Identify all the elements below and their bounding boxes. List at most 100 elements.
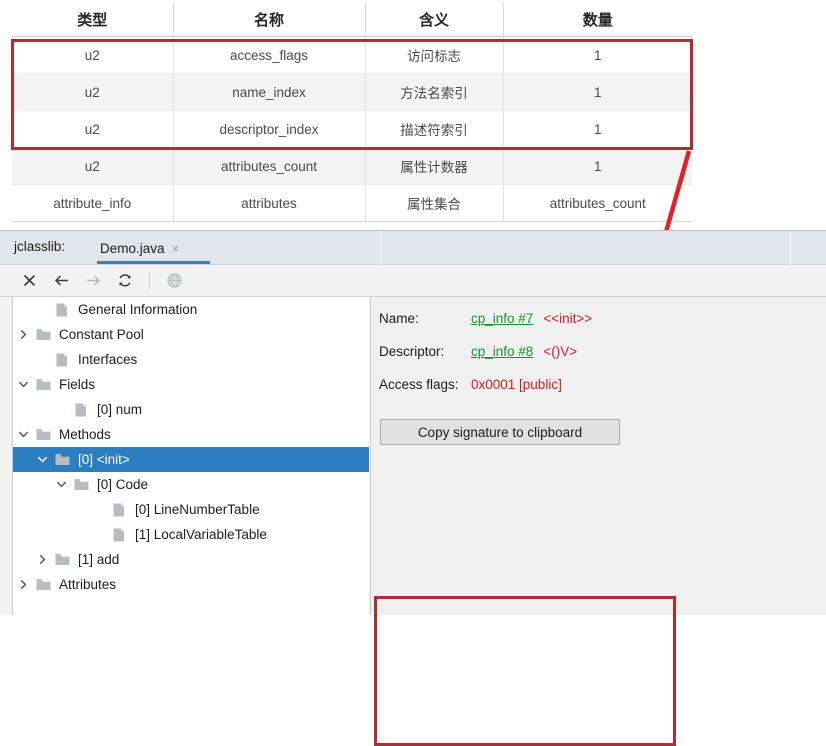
tab-strip: jclasslib: Demo.java × <box>0 231 826 265</box>
cell-count: 1 <box>503 111 692 148</box>
tree-node-label: Methods <box>59 427 111 443</box>
close-tab-icon[interactable]: × <box>172 242 180 255</box>
tree-node[interactable]: Methods <box>13 422 369 447</box>
chevron-down-icon[interactable] <box>51 479 71 490</box>
active-tab-indicator <box>97 261 210 264</box>
forward-arrow-icon <box>80 269 106 293</box>
cell-type: u2 <box>12 37 173 74</box>
tree-node-label: Constant Pool <box>59 327 144 343</box>
column-header-type: 类型 <box>12 3 173 37</box>
cell-meaning: 描述符索引 <box>365 111 503 148</box>
chevron-right-icon[interactable] <box>13 329 33 340</box>
browse-web-icon <box>161 269 187 293</box>
column-header-name: 名称 <box>173 3 365 37</box>
chevron-down-icon[interactable] <box>32 454 52 465</box>
toolbar <box>0 265 826 297</box>
file-icon <box>109 503 129 517</box>
tree-node-label: [1] add <box>78 552 119 568</box>
toolbar-separator <box>149 272 150 290</box>
tab-strip-divider <box>380 231 381 265</box>
class-structure-tree[interactable]: General Information Constant Pool Interfac… <box>12 297 369 615</box>
tree-node[interactable]: [0] LineNumberTable <box>13 497 369 522</box>
tab-strip-divider <box>790 231 791 265</box>
tree-node-label: General Information <box>78 302 197 318</box>
name-cp-info-link[interactable]: cp_info #7 <box>471 311 533 326</box>
tree-node[interactable]: [1] LocalVariableTable <box>13 522 369 547</box>
table-header-row: 类型 名称 含义 数量 <box>12 3 692 37</box>
descriptor-value: <()V> <box>543 344 577 359</box>
folder-icon <box>52 453 72 466</box>
cell-name: attributes_count <box>173 148 365 185</box>
tree-node[interactable]: [0] <init> <box>13 447 369 472</box>
reload-icon[interactable] <box>112 269 138 293</box>
cell-name: descriptor_index <box>173 111 365 148</box>
cell-count: 1 <box>503 74 692 111</box>
cell-type: u2 <box>12 74 173 111</box>
table-row: u2 attributes_count 属性计数器 1 <box>12 148 692 185</box>
table-row: u2 name_index 方法名索引 1 <box>12 74 692 111</box>
folder-icon <box>33 328 53 341</box>
app-label: jclasslib: <box>14 239 65 254</box>
table-row: u2 descriptor_index 描述符索引 1 <box>12 111 692 148</box>
tree-node-label: [1] LocalVariableTable <box>135 527 267 543</box>
tab-demo-java[interactable]: Demo.java × <box>96 231 185 265</box>
tree-node[interactable]: General Information <box>13 297 369 322</box>
jclasslib-window: jclasslib: Demo.java × <box>0 230 826 615</box>
cell-meaning: 属性集合 <box>365 185 503 222</box>
chevron-down-icon[interactable] <box>13 429 33 440</box>
folder-icon <box>33 378 53 391</box>
close-icon[interactable] <box>16 269 42 293</box>
tree-node[interactable]: [0] num <box>13 397 369 422</box>
table-row: u2 access_flags 访问标志 1 <box>12 37 692 74</box>
detail-row-name: Name: cp_info #7 <<init>> <box>379 311 669 344</box>
column-header-meaning: 含义 <box>365 3 503 37</box>
tree-node-label: Fields <box>59 377 95 393</box>
method-info-structure-table: 类型 名称 含义 数量 u2 access_flags 访问标志 1 u2 na… <box>12 3 692 222</box>
tree-node-label: Interfaces <box>78 352 137 368</box>
column-header-count: 数量 <box>503 3 692 37</box>
tree-node[interactable]: Attributes <box>13 572 369 597</box>
cell-count: attributes_count <box>503 185 692 222</box>
cell-name: attributes <box>173 185 365 222</box>
name-value: <<init>> <box>543 311 592 326</box>
cell-type: u2 <box>12 111 173 148</box>
chevron-right-icon[interactable] <box>13 579 33 590</box>
tree-node-label: [0] Code <box>97 477 148 493</box>
access-flags-value: 0x0001 [public] <box>471 377 562 392</box>
file-icon <box>52 303 72 317</box>
detail-row-descriptor: Descriptor: cp_info #8 <()V> <box>379 344 669 377</box>
class-file-structure-table-region: 类型 名称 含义 数量 u2 access_flags 访问标志 1 u2 na… <box>0 0 826 230</box>
detail-highlight-annotation <box>374 596 676 746</box>
folder-icon <box>71 478 91 491</box>
tree-node[interactable]: [0] Code <box>13 472 369 497</box>
tree-node-label: [0] num <box>97 402 142 418</box>
file-icon <box>71 403 91 417</box>
tree-node[interactable]: [1] add <box>13 547 369 572</box>
tab-demo-java-label: Demo.java <box>100 240 165 256</box>
chevron-right-icon[interactable] <box>32 554 52 565</box>
tree-node-label: [0] LineNumberTable <box>135 502 260 518</box>
folder-icon <box>33 428 53 441</box>
descriptor-cp-info-link[interactable]: cp_info #8 <box>471 344 533 359</box>
cell-name: name_index <box>173 74 365 111</box>
copy-signature-to-clipboard-button[interactable]: Copy signature to clipboard <box>380 419 620 445</box>
tree-node[interactable]: Constant Pool <box>13 322 369 347</box>
back-arrow-icon[interactable] <box>48 269 74 293</box>
tree-node[interactable]: Fields <box>13 372 369 397</box>
detail-row-access-flags: Access flags: 0x0001 [public] <box>379 377 669 410</box>
cell-meaning: 方法名索引 <box>365 74 503 111</box>
cell-name: access_flags <box>173 37 365 74</box>
cell-count: 1 <box>503 148 692 185</box>
tree-node-label: Attributes <box>59 577 116 593</box>
table-row: attribute_info attributes 属性集合 attribute… <box>12 185 692 222</box>
detail-label-name: Name: <box>379 311 471 326</box>
file-icon <box>52 353 72 367</box>
detail-label-descriptor: Descriptor: <box>379 344 471 359</box>
tree-node-label: [0] <init> <box>78 452 130 468</box>
tree-node[interactable]: Interfaces <box>13 347 369 372</box>
method-detail-fields: Name: cp_info #7 <<init>> Descriptor: cp… <box>379 311 669 445</box>
cell-meaning: 访问标志 <box>365 37 503 74</box>
cell-meaning: 属性计数器 <box>365 148 503 185</box>
folder-icon <box>52 553 72 566</box>
chevron-down-icon[interactable] <box>13 379 33 390</box>
